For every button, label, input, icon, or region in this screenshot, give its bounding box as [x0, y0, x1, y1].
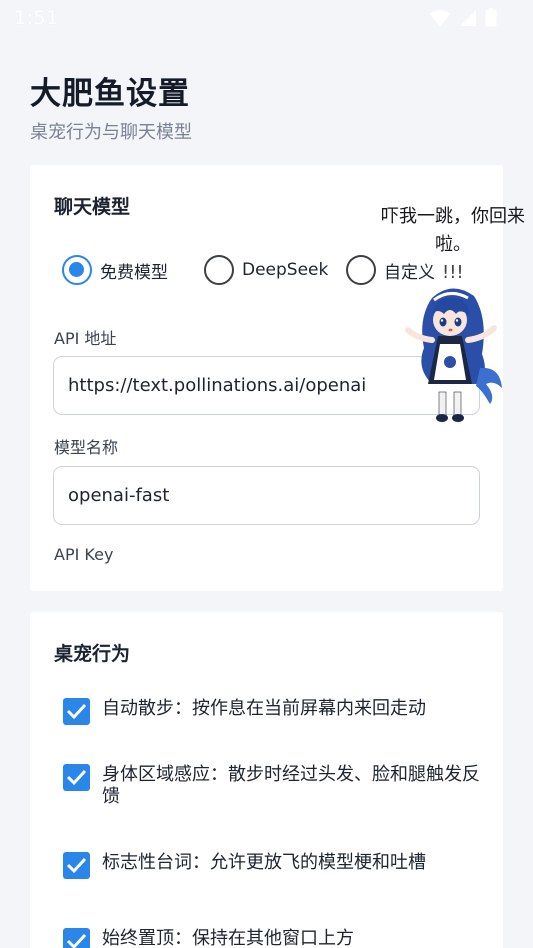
radio-unchecked-icon[interactable]: [346, 255, 376, 285]
desktop-pet-sprite[interactable]: !!!: [402, 258, 506, 430]
chat-model-title: 聊天模型: [54, 196, 131, 218]
model-name-input[interactable]: openai-fast: [53, 466, 480, 525]
signature-lines-option[interactable]: 标志性台词：允许更放飞的模型梗和吐槽: [63, 852, 483, 879]
always-on-top-label: 始终置顶：保持在其他窗口上方: [102, 928, 354, 948]
auto-walk-label: 自动散步：按作息在当前屏幕内来回走动: [102, 698, 426, 719]
radio-free-model-label: 免费模型: [100, 262, 168, 283]
pet-shock-mark: !!!: [442, 262, 464, 283]
pet-behavior-title: 桌宠行为: [54, 643, 131, 665]
radio-deepseek[interactable]: DeepSeek: [204, 255, 328, 285]
radio-deepseek-label: DeepSeek: [242, 260, 329, 280]
cellular-signal-icon: [460, 9, 476, 26]
checkbox-checked-icon[interactable]: [63, 852, 90, 879]
checkbox-checked-icon[interactable]: [63, 928, 90, 948]
battery-icon: [485, 8, 497, 27]
pet-behavior-card: 桌宠行为 自动散步：按作息在当前屏幕内来回走动 身体区域感应：散步时经过头发、脸…: [30, 612, 503, 948]
auto-walk-option[interactable]: 自动散步：按作息在当前屏幕内来回走动: [63, 698, 483, 725]
always-on-top-option[interactable]: 始终置顶：保持在其他窗口上方: [63, 928, 483, 948]
status-time: 1:51: [14, 7, 59, 29]
wifi-icon: [429, 9, 451, 26]
page-subtitle: 桌宠行为与聊天模型: [30, 122, 192, 143]
model-name-label: 模型名称: [54, 438, 119, 457]
api-key-label: API Key: [54, 545, 114, 564]
checkbox-checked-icon[interactable]: [63, 764, 90, 791]
body-sensing-option[interactable]: 身体区域感应：散步时经过头发、脸和腿触发反馈: [63, 764, 483, 808]
radio-unchecked-icon[interactable]: [204, 255, 234, 285]
radio-checked-icon[interactable]: [62, 255, 92, 285]
pet-speech-bubble: 吓我一跳，你回来啦。: [381, 206, 525, 255]
status-bar: 1:51: [0, 0, 533, 36]
status-icons: [429, 8, 497, 27]
api-url-label: API 地址: [54, 329, 117, 348]
radio-free-model[interactable]: 免费模型: [62, 255, 168, 285]
page-title: 大肥鱼设置: [30, 76, 190, 112]
signature-lines-label: 标志性台词：允许更放飞的模型梗和吐槽: [102, 852, 426, 873]
body-sensing-label: 身体区域感应：散步时经过头发、脸和腿触发反馈: [102, 764, 480, 807]
checkbox-checked-icon[interactable]: [63, 698, 90, 725]
